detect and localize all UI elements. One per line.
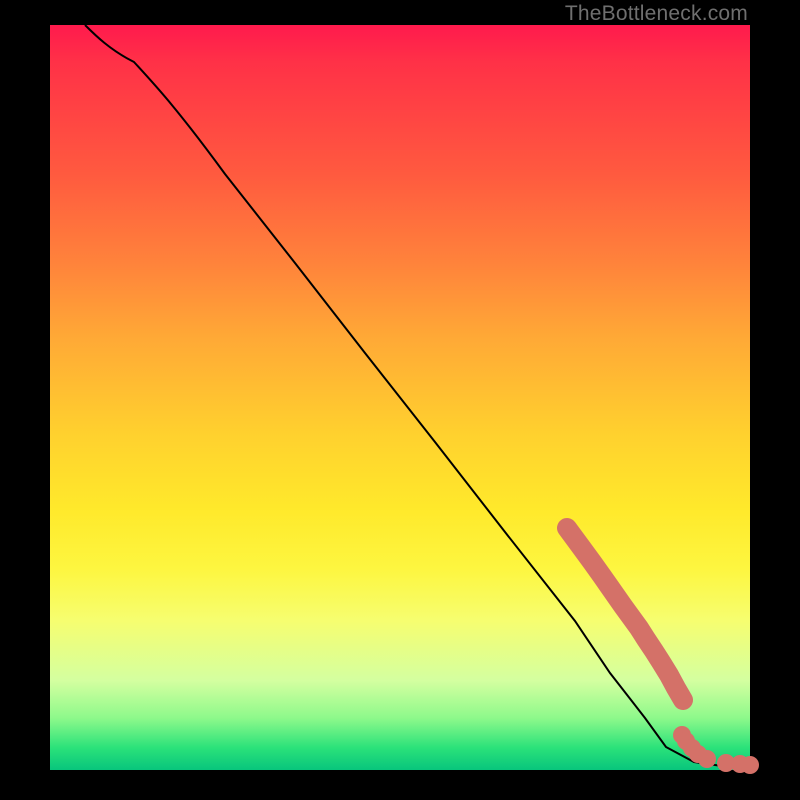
attribution-text: TheBottleneck.com	[565, 2, 748, 26]
upper-highlight-cluster	[567, 528, 683, 700]
dot	[741, 756, 759, 774]
curve-svg	[50, 25, 750, 770]
dot	[698, 750, 716, 768]
chart-container: TheBottleneck.com	[0, 0, 800, 800]
lower-tail-dots	[673, 726, 759, 774]
plot-area	[50, 25, 750, 770]
